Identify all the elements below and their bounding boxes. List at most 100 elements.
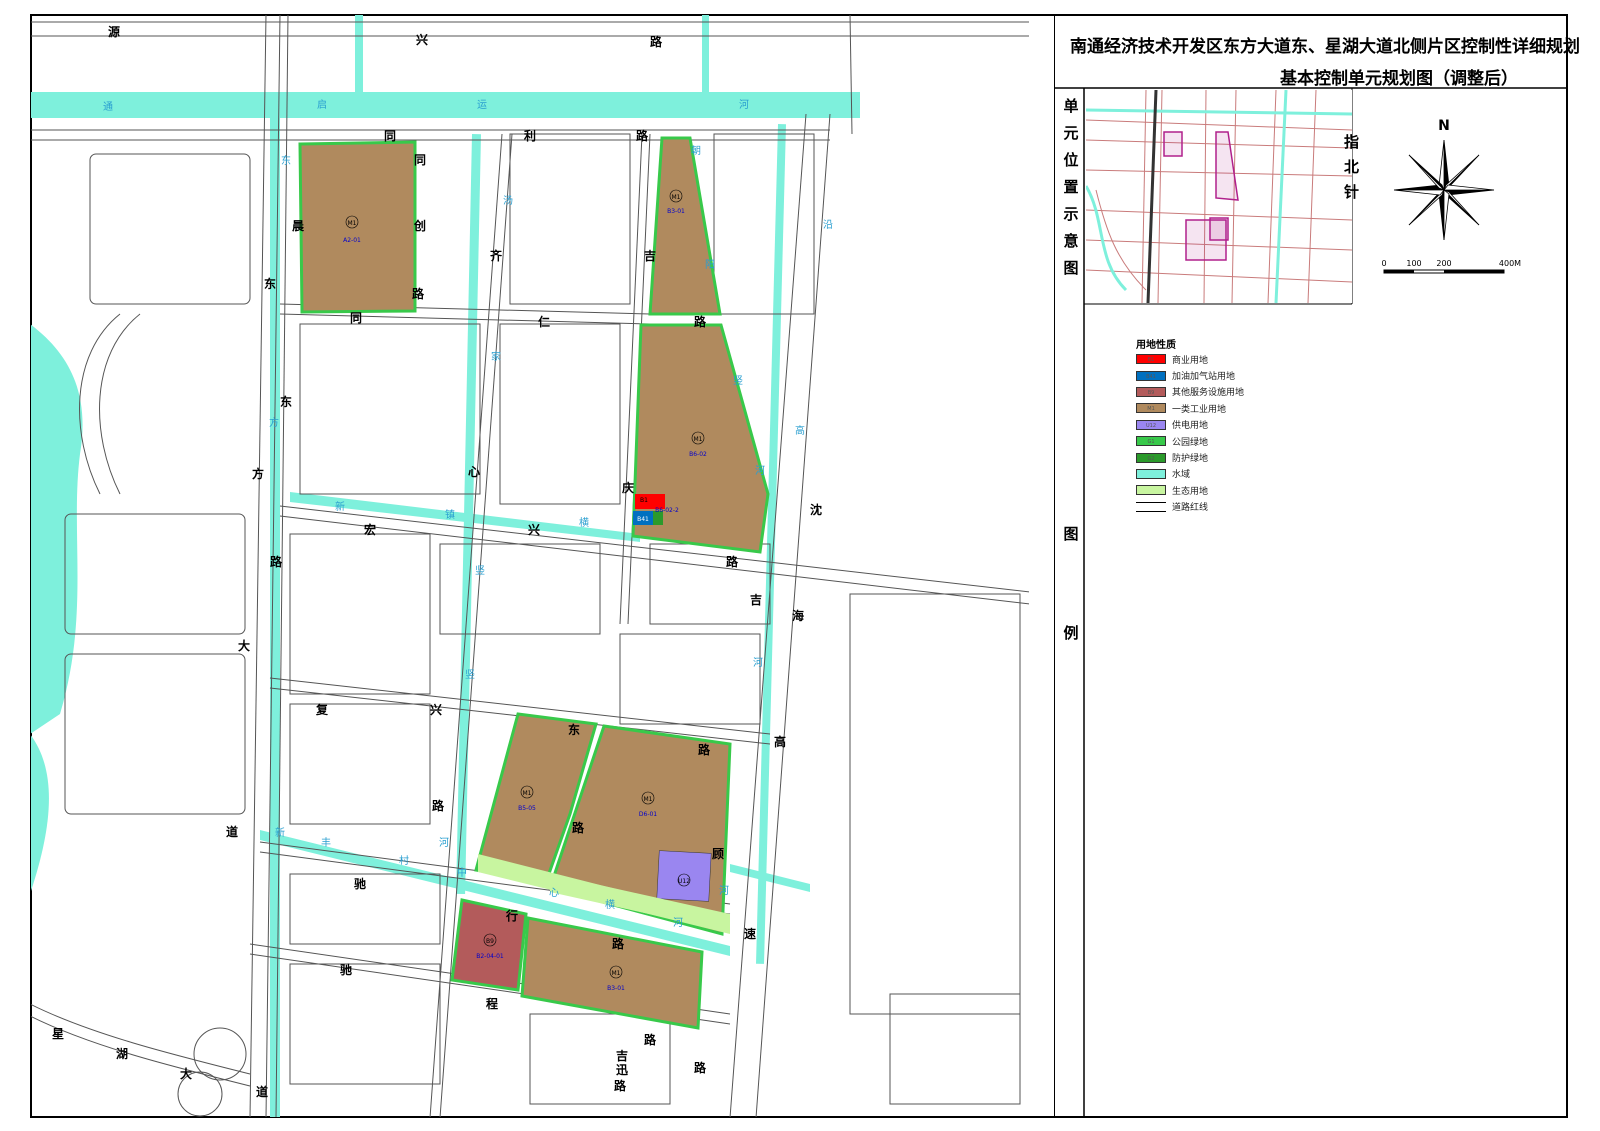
parcel-code: B6-02 [689,451,707,458]
compass-rose: N 0 100 200 400M [1381,118,1521,274]
svg-text:道: 道 [256,1084,268,1099]
svg-text:通: 通 [103,101,113,113]
svg-text:大: 大 [238,638,250,653]
location-label: 单元位置示意图 [1056,98,1084,287]
svg-text:心: 心 [468,465,480,479]
svg-text:心: 心 [549,887,559,899]
svg-text:仁: 仁 [538,314,550,329]
legend-code: U12 [1145,422,1157,429]
svg-text:吉: 吉 [616,1048,628,1063]
svg-text:0: 0 [1381,259,1386,268]
svg-text:源: 源 [108,24,120,39]
legend-swatch: U12 [1136,419,1166,430]
svg-text:河: 河 [719,885,729,897]
svg-text:路: 路 [694,314,707,329]
plan-map[interactable]: M1 A2-01 M1 B3-01 M1 B6-02 B1 B6-02-2 B41 M1… [30,14,1030,1118]
svg-text:河: 河 [753,657,763,669]
parcel-type: B1 [640,497,648,504]
legend-item: B41 加油加气站用地 [1136,367,1244,383]
svg-text:湖: 湖 [116,1046,128,1061]
svg-text:路: 路 [694,1060,707,1075]
legend-swatch: B9 [1136,386,1166,397]
legend-item: G2 防护绿地 [1136,449,1244,465]
svg-text:程: 程 [486,996,498,1011]
svg-text:东: 东 [568,722,580,737]
legend-code: B9 [1147,389,1155,396]
legend-side-text: 图例 [1061,526,1080,724]
legend: B1 商业用地 B41 加油加气站用地 B9 其他服务设施用地 M1 一类工业用地 U12 供电用… [1136,351,1244,515]
svg-text:东: 东 [280,394,292,409]
north-letter: N [1438,118,1450,134]
parcel-type: B41 [637,516,649,523]
svg-text:迅: 迅 [616,1063,628,1077]
legend-swatch [1136,485,1166,496]
legend-side-label: 图例 [1056,526,1084,724]
parcel-type: U12 [678,878,690,885]
legend-label: 防护绿地 [1172,454,1209,465]
svg-text:中: 中 [457,866,467,879]
north-arrow-label: 指北针 [1336,134,1362,209]
svg-text:顾: 顾 [712,846,724,861]
parcel-type: M1 [348,220,357,227]
svg-text:齐: 齐 [490,248,503,263]
svg-text:河: 河 [673,917,683,929]
svg-text:东: 东 [264,276,276,291]
svg-text:路: 路 [614,1078,627,1093]
svg-text:路: 路 [636,128,649,143]
svg-text:河: 河 [439,837,449,849]
legend-swatch: M1 [1136,403,1166,414]
svg-text:竖: 竖 [733,375,743,387]
svg-text:庆: 庆 [621,480,634,495]
svg-text:沈: 沈 [810,502,822,517]
parcel-type: B9 [486,938,494,945]
parcel-type: M1 [694,436,703,443]
svg-text:竖: 竖 [465,669,475,681]
svg-text:兴: 兴 [416,32,428,47]
svg-text:运: 运 [477,99,487,111]
legend-label: 水域 [1172,470,1191,481]
svg-text:同: 同 [384,129,396,143]
parcel-label-b41: B41 [637,516,649,523]
svg-text:横: 横 [605,898,615,911]
svg-text:高: 高 [795,424,805,437]
svg-text:道: 道 [226,824,238,839]
legend-swatch: G1 [1136,436,1166,447]
svg-text:方: 方 [269,416,279,429]
legend-code: G1 [1147,439,1155,446]
parcel-code: D6-01 [639,811,657,818]
parcel-b3-01-north [648,136,722,316]
legend-item: 水域 [1136,466,1244,482]
svg-text:路: 路 [612,936,625,951]
svg-text:新: 新 [275,826,285,839]
svg-text:河: 河 [739,99,749,111]
legend-item: B1 商业用地 [1136,351,1244,367]
map-title-line2: 基本控制单元规划图（调整后） [1280,69,1518,89]
legend-swatch [1136,468,1166,479]
svg-text:路: 路 [572,820,585,835]
legend-item: M1 一类工业用地 [1136,400,1244,416]
svg-text:晨: 晨 [292,219,305,233]
svg-text:竖: 竖 [475,565,485,577]
svg-text:东: 东 [281,154,291,167]
legend-swatch: B41 [1136,370,1166,381]
svg-text:路: 路 [270,554,283,569]
parcel-a2-01 [298,140,417,314]
svg-text:创: 创 [413,218,426,233]
parcel-code: A2-01 [343,237,361,244]
legend-title: 用地性质 [1136,340,1176,351]
svg-text:星: 星 [52,1027,64,1041]
legend-label: 加油加气站用地 [1172,372,1236,383]
svg-text:同: 同 [414,153,426,167]
svg-text:横: 横 [579,516,589,529]
parcel-code: B5-05 [518,805,536,812]
svg-text:路: 路 [432,798,445,813]
scale-bar: 0 100 200 400M [1381,259,1521,274]
svg-text:速: 速 [744,926,756,941]
parcel-code: B6-02-2 [655,507,679,514]
svg-text:汤: 汤 [503,194,513,207]
parcel-type: M1 [612,970,621,977]
street-labels: 源 兴 路 同 利 路 同 创 路 晨 东 同 齐 仁 路 吉 东 方 路 大 … [52,24,822,1099]
legend-swatch: B1 [1136,354,1166,365]
svg-text:400M: 400M [1499,259,1521,268]
location-minimap [1086,90,1352,303]
